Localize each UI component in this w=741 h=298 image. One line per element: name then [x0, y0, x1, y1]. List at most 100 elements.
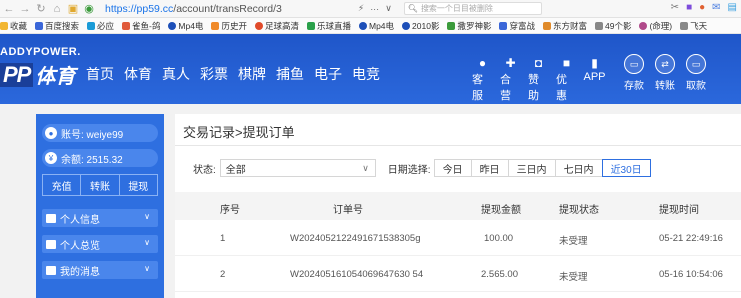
row-time: 05-16 10:54:06	[659, 269, 723, 280]
row-amount: 2.565.00	[481, 269, 518, 280]
logo-tagline: ADDYPOWER.	[0, 46, 81, 58]
transfer-icon: ⇄	[655, 54, 675, 74]
bookmark-item[interactable]: 历史开	[211, 20, 247, 32]
sidebar-item-messages[interactable]: 我的消息 ∨	[42, 261, 158, 279]
extension-icon[interactable]: ■	[686, 2, 692, 13]
overview-icon	[46, 239, 56, 249]
sidebar-item-profile[interactable]: 个人信息 ∨	[42, 209, 158, 227]
nav-item-fishing[interactable]: 捕鱼	[276, 64, 304, 84]
column-header-index: 序号	[220, 205, 240, 216]
withdraw-link[interactable]: ▭ 取款	[684, 54, 708, 92]
bookmark-item[interactable]: Mp4电	[358, 20, 394, 32]
column-header-time: 提现时间	[659, 205, 699, 216]
link-icon	[680, 21, 689, 30]
range-7days-button[interactable]: 七日内	[554, 159, 603, 177]
status-select[interactable]: 全部 ∨	[219, 159, 376, 177]
bookmark-item[interactable]: 撒罗神影	[447, 20, 491, 32]
globe-icon	[402, 21, 411, 30]
more-icon[interactable]: ···	[370, 4, 379, 14]
range-yesterday-button[interactable]: 昨日	[470, 159, 509, 177]
column-header-order: 订单号	[333, 205, 363, 216]
quick-link-service[interactable]: ● 客服	[472, 56, 493, 103]
bookmark-item[interactable]: 飞天	[680, 20, 707, 32]
link-icon	[595, 21, 603, 30]
nav-item-slots[interactable]: 电子	[314, 64, 342, 84]
bookmark-item[interactable]: 乐球直播	[306, 20, 351, 32]
bookmarks-bar: 收藏 百度搜索 必应 雀鱼-鸽 Mp4电 历史开 足球高清 乐球直播 Mp4电 …	[0, 18, 741, 34]
date-range-label: 日期选择:	[387, 164, 431, 176]
chevron-down-icon: ∨	[144, 212, 150, 221]
bookmark-item[interactable]: (命理)	[639, 20, 672, 32]
nav-item-lottery[interactable]: 彩票	[200, 64, 228, 84]
nav-item-esports[interactable]: 电竞	[352, 64, 380, 84]
chevron-down-icon: ∨	[362, 163, 369, 173]
bookmark-item[interactable]: 收藏	[0, 20, 27, 32]
browser-search-input[interactable]: 🔍︎ 搜索一个日目被删除	[403, 2, 542, 15]
url-path: /account/transRecord/3	[173, 2, 282, 15]
bag-icon[interactable]: ▣	[66, 2, 80, 16]
window-icon[interactable]: ▤	[728, 2, 737, 13]
wallet-links: ▭ 存款 ⇄ 转账 ▭ 取款	[622, 54, 708, 92]
search-icon: 🔍︎	[407, 4, 418, 13]
nav-item-cards[interactable]: 棋牌	[238, 64, 266, 84]
quick-link-promo[interactable]: ■ 优惠	[556, 56, 577, 103]
bookmark-item[interactable]: 2010影	[402, 20, 439, 32]
flag-icon: ◘	[534, 55, 543, 70]
bookmark-item[interactable]: 足球高清	[254, 20, 299, 32]
bookmark-item[interactable]: 雀鱼-鸽	[122, 20, 160, 32]
bookmark-item[interactable]: 百度搜索	[35, 20, 79, 32]
scissors-icon[interactable]: ✂	[671, 2, 679, 13]
range-today-button[interactable]: 今日	[433, 159, 472, 177]
table-row[interactable]: 1 W2024052122491671538305g 100.00 未受理 05…	[175, 220, 741, 256]
deposit-icon: ▭	[624, 54, 644, 74]
history-icon	[211, 21, 220, 30]
forward-arrow-icon[interactable]: →	[18, 2, 32, 16]
home-icon[interactable]: ⌂	[50, 2, 64, 16]
quick-links: ● 客服 ✚ 合营 ◘ 赞助 ■ 优惠 ▮ APP	[472, 55, 606, 103]
site-logo[interactable]: PP 体育	[0, 60, 75, 89]
star-icon	[0, 21, 8, 30]
deposit-link[interactable]: ▭ 存款	[622, 54, 646, 92]
bookmark-item[interactable]: Mp4电	[168, 20, 203, 32]
game-icon[interactable]: ●	[699, 2, 705, 13]
account-balance: ¥ 余额: 2515.32	[42, 149, 158, 167]
quick-link-partner[interactable]: ✚ 合营	[500, 56, 521, 103]
partner-icon: ✚	[505, 55, 516, 70]
sidebar-item-overview[interactable]: 个人总览 ∨	[42, 235, 158, 253]
phone-icon: ▮	[591, 55, 598, 70]
lightning-icon[interactable]: ⚡	[358, 3, 364, 14]
url-field[interactable]: https://pp59.cc/account/transRecord/3	[102, 2, 282, 16]
bookmark-item[interactable]: 东方财富	[542, 20, 587, 32]
refresh-icon[interactable]: ↻	[34, 2, 48, 16]
range-30days-button[interactable]: 近30日	[601, 159, 651, 177]
bookmark-item[interactable]: 穿富战	[499, 20, 535, 32]
chevron-down-icon: ∨	[144, 264, 150, 273]
withdraw-button[interactable]: 提现	[120, 175, 157, 195]
paw-icon	[499, 21, 508, 30]
chevron-down-icon[interactable]: ∨	[385, 3, 392, 14]
page-title: 交易记录>提现订单	[183, 125, 295, 140]
withdraw-icon: ▭	[686, 54, 706, 74]
table-row[interactable]: 2 W202405161054069647630 54 2.565.00 未受理…	[175, 256, 741, 292]
account-name: ● 账号: weiye99	[42, 124, 158, 142]
tv-icon	[306, 21, 315, 30]
back-arrow-icon[interactable]: ←	[2, 2, 16, 16]
column-header-status: 提现状态	[559, 205, 599, 216]
mail-icon[interactable]: ✉	[712, 2, 720, 13]
transfer-link[interactable]: ⇄ 转账	[653, 54, 677, 92]
nav-item-live[interactable]: 真人	[162, 64, 190, 84]
nav-item-sports[interactable]: 体育	[124, 64, 152, 84]
film-icon	[447, 21, 456, 30]
quick-link-sponsor[interactable]: ◘ 赞助	[528, 56, 549, 103]
row-time: 05-21 22:49:16	[659, 233, 723, 244]
transfer-button[interactable]: 转账	[81, 175, 120, 195]
range-3days-button[interactable]: 三日内	[507, 159, 556, 177]
bookmark-item[interactable]: 必应	[87, 20, 114, 32]
quick-link-app[interactable]: ▮ APP	[584, 55, 606, 103]
recharge-button[interactable]: 充值	[43, 175, 82, 195]
nav-item-home[interactable]: 首页	[86, 64, 114, 84]
globe-icon	[168, 21, 177, 30]
status-select-value: 全部	[225, 164, 246, 176]
lock-icon: ◉	[84, 3, 94, 15]
bookmark-item[interactable]: 49个影	[595, 20, 631, 32]
